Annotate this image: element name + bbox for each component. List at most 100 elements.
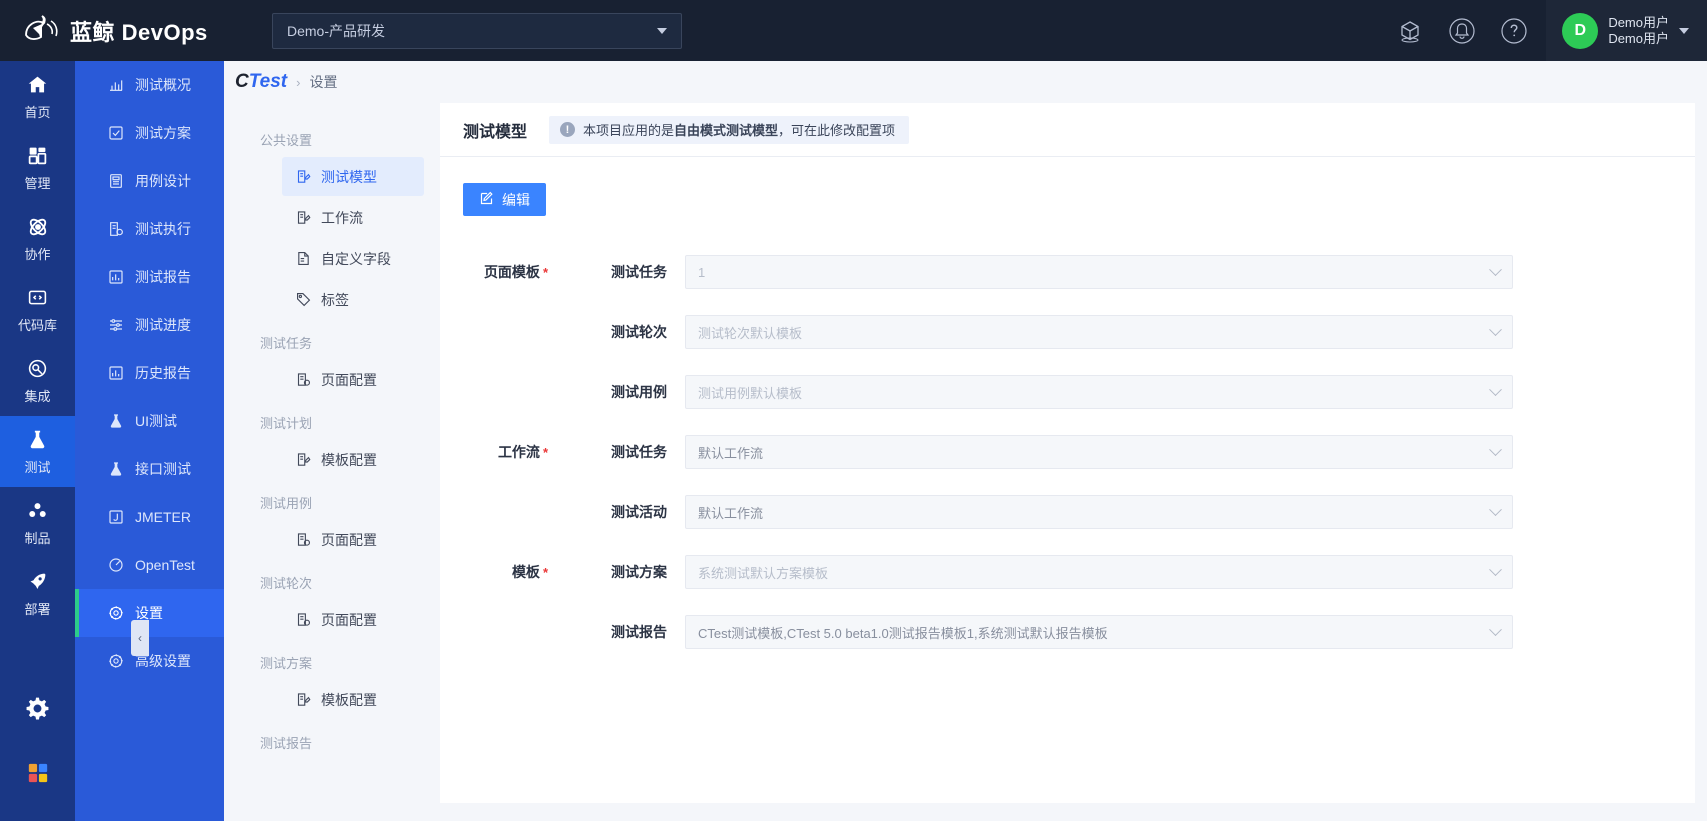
template-config-icon — [295, 452, 311, 468]
rail-apps-button[interactable] — [0, 743, 75, 807]
form-group-label: 页面模板 * — [440, 262, 550, 282]
rail-item-home[interactable]: 首页 — [0, 61, 75, 132]
subnav-item-jmeter[interactable]: JMETER — [75, 493, 224, 541]
page-config-icon — [295, 532, 311, 548]
rail-item-test[interactable]: 测试 — [0, 416, 75, 487]
whale-logo-icon — [22, 14, 62, 47]
settings-item-case-page-config[interactable]: 页面配置 — [282, 520, 424, 559]
report-icon — [107, 269, 124, 286]
field-icon — [295, 251, 311, 267]
settings-group-title: 测试任务 — [260, 336, 313, 351]
rail-item-coderepo[interactable]: 代码库 — [0, 274, 75, 345]
page-config-icon — [295, 612, 311, 628]
subnav-item-opentest[interactable]: OpenTest — [75, 541, 224, 589]
breadcrumb-app-prefix[interactable]: C — [235, 71, 249, 93]
gear-icon — [107, 653, 124, 670]
subnav-item-settings[interactable]: 设置 — [75, 589, 224, 637]
settings-item-scheme-template-config[interactable]: 模板配置 — [282, 680, 424, 719]
settings-item-round-page-config[interactable]: 页面配置 — [282, 600, 424, 639]
chevron-down-icon — [1489, 502, 1502, 516]
help-icon[interactable] — [1488, 0, 1540, 61]
page-title: 测试模型 — [463, 123, 528, 141]
select-test-task-workflow[interactable]: 默认工作流 — [685, 435, 1513, 469]
field-value: 测试用例默认模板 — [698, 385, 803, 401]
subnav-item-execution[interactable]: 测试执行 — [75, 205, 224, 253]
select-test-round-page-template[interactable]: 测试轮次默认模板 — [685, 315, 1513, 349]
subnav-item-ui-test[interactable]: UI测试 — [75, 397, 224, 445]
settings-item-task-page-config[interactable]: 页面配置 — [282, 360, 424, 399]
breadcrumb-current: 设置 — [309, 74, 338, 90]
form-sub-label: 测试任务 — [611, 264, 667, 280]
subnav-label: 历史报告 — [135, 365, 191, 381]
settings-item-custom-field[interactable]: 自定义字段 — [282, 239, 424, 278]
settings-item-label: 模板配置 — [321, 451, 377, 468]
settings-group-title: 测试轮次 — [260, 576, 313, 591]
info-text-before: 本项目应用的是 — [583, 123, 675, 138]
select-test-scheme-template[interactable]: 系统测试默认方案模板 — [685, 555, 1513, 589]
subnav-label: UI测试 — [135, 413, 177, 429]
project-selector[interactable]: Demo-产品研发 — [272, 12, 682, 49]
chevron-down-icon — [1489, 262, 1502, 276]
checkbox-icon — [107, 125, 124, 142]
rail-item-integration[interactable]: 集成 — [0, 345, 75, 416]
subnav-label: 测试概况 — [135, 77, 191, 93]
form-sub-label: 测试活动 — [611, 504, 667, 520]
bell-icon[interactable] — [1436, 0, 1488, 61]
select-test-report-template[interactable]: CTest测试模板,CTest 5.0 beta1.0测试报告模板1,系统测试默… — [685, 615, 1513, 649]
subnav-item-plan[interactable]: 测试方案 — [75, 109, 224, 157]
rail-item-collaborate[interactable]: 协作 — [0, 203, 75, 274]
settings-item-test-model[interactable]: 测试模型 — [282, 157, 424, 196]
rail-label: 首页 — [24, 104, 51, 120]
dashboard-icon — [27, 144, 48, 168]
rail-item-artifact[interactable]: 制品 — [0, 487, 75, 558]
collapse-sidebar-button[interactable]: ‹ — [131, 620, 149, 656]
required-mark: * — [542, 445, 548, 460]
user-menu[interactable]: D Demo用户 Demo用户 — [1546, 0, 1707, 61]
subnav-item-case-design[interactable]: 用例设计 — [75, 157, 224, 205]
gear-icon — [107, 605, 124, 622]
subnav-label: 测试报告 — [135, 269, 191, 285]
edit-button-label: 编辑 — [502, 191, 530, 208]
form-sub-label: 测试报告 — [611, 624, 667, 640]
info-banner-text: 本项目应用的是自由模式测试模型，可在此修改配置项 — [583, 120, 895, 139]
breadcrumb-app-suffix[interactable]: Test — [249, 71, 287, 93]
subnav-item-progress[interactable]: 测试进度 — [75, 301, 224, 349]
rail-settings-button[interactable] — [0, 679, 75, 743]
settings-layout: 公共设置 测试模型 工作流 自定义字段 标签 测试任务 页面配置 测试计划 模板… — [224, 103, 1707, 821]
settings-item-plan-template-config[interactable]: 模板配置 — [282, 440, 424, 479]
flask-icon — [107, 461, 124, 478]
rail-item-manage[interactable]: 管理 — [0, 132, 75, 203]
info-text-after: ，可在此修改配置项 — [778, 123, 896, 138]
form-row: 工作流 * 测试任务 默认工作流 — [440, 422, 1695, 482]
settings-group-title: 测试用例 — [260, 496, 313, 511]
code-icon — [27, 286, 48, 310]
cube-icon[interactable] — [1384, 0, 1436, 61]
rail-item-deploy[interactable]: 部署 — [0, 558, 75, 629]
subnav-item-history-report[interactable]: 历史报告 — [75, 349, 224, 397]
breadcrumb-separator: › — [296, 74, 301, 90]
subnav-item-advanced-settings[interactable]: 高级设置 — [75, 637, 224, 685]
chart-icon — [107, 77, 124, 94]
form-group-text: 页面模板 — [483, 264, 540, 280]
subnav-item-report[interactable]: 测试报告 — [75, 253, 224, 301]
subnav-item-overview[interactable]: 测试概况 — [75, 61, 224, 109]
settings-item-workflow[interactable]: 工作流 — [282, 198, 424, 237]
select-test-task-page-template[interactable]: 1 — [685, 255, 1513, 289]
home-icon — [27, 73, 48, 97]
chevron-down-icon — [1489, 322, 1502, 336]
header-right: D Demo用户 Demo用户 — [1384, 0, 1707, 61]
select-test-case-page-template[interactable]: 测试用例默认模板 — [685, 375, 1513, 409]
required-mark: * — [542, 265, 548, 280]
edit-button[interactable]: 编辑 — [463, 183, 546, 216]
package-icon — [27, 499, 48, 523]
panel-header: 测试模型 ! 本项目应用的是自由模式测试模型，可在此修改配置项 — [440, 103, 1695, 157]
select-test-activity-workflow[interactable]: 默认工作流 — [685, 495, 1513, 529]
settings-item-tag[interactable]: 标签 — [282, 280, 424, 319]
field-value: 测试轮次默认模板 — [698, 325, 803, 341]
subnav-item-api-test[interactable]: 接口测试 — [75, 445, 224, 493]
brand[interactable]: 蓝鲸 DevOps — [0, 0, 252, 61]
primary-nav-rail: 首页 管理 协作 代码库 集成 测试 制品 部署 — [0, 61, 75, 821]
settings-item-label: 页面配置 — [321, 531, 377, 548]
subnav-label: 接口测试 — [135, 461, 191, 477]
required-mark: * — [542, 565, 548, 580]
